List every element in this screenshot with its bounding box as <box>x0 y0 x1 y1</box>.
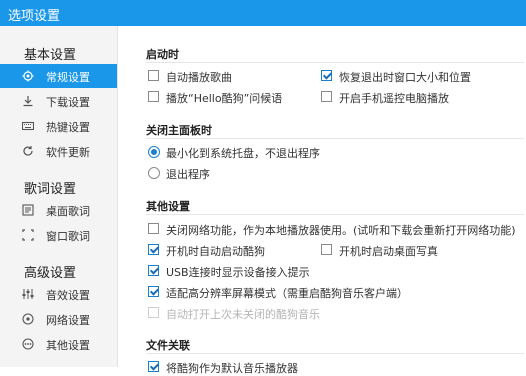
option-label: 最小化到系统托盘，不退出程序 <box>166 147 320 160</box>
divider <box>146 353 524 354</box>
equalizer-icon <box>22 289 34 299</box>
option-label: 退出程序 <box>166 168 210 181</box>
sidebar: 基本设置 常规设置 下载设置 热键设置 软件更新 歌词设置 桌面歌词 窗口歌词 … <box>0 26 118 367</box>
sidebar-section-lyrics: 歌词设置 <box>24 182 77 197</box>
sidebar-section-basic: 基本设置 <box>24 48 77 63</box>
group-title-startup: 启动时 <box>146 48 179 61</box>
settings-content: 启动时 自动播放歌曲 恢复退出时窗口大小和位置 播放“Hello酷狗”问候语 开… <box>118 26 526 375</box>
sidebar-item-hotkey[interactable]: 热键设置 <box>0 114 117 138</box>
checkbox-box[interactable] <box>148 286 159 297</box>
checkbox-box[interactable] <box>148 265 159 276</box>
sidebar-item-label: 网络设置 <box>46 314 90 327</box>
radio-button[interactable] <box>148 167 160 179</box>
desktop-lyrics-icon <box>22 204 34 216</box>
refresh-icon <box>23 146 33 156</box>
sidebar-item-other[interactable]: 其他设置 <box>0 332 117 356</box>
checkbox-box[interactable] <box>148 244 159 255</box>
window-lyrics-icon <box>22 229 34 241</box>
sidebar-item-label: 下载设置 <box>46 96 90 109</box>
sidebar-item-label: 桌面歌词 <box>46 205 90 218</box>
checkbox-box[interactable] <box>321 244 332 255</box>
option-label: 适配高分辨率屏幕模式（需重启酷狗音乐客户端） <box>166 287 408 300</box>
sidebar-item-sound-effects[interactable]: 音效设置 <box>0 282 117 306</box>
sidebar-section-advanced: 高级设置 <box>24 266 77 281</box>
radio-button[interactable] <box>148 146 160 158</box>
more-icon <box>22 338 34 350</box>
sidebar-item-network[interactable]: 网络设置 <box>0 307 117 331</box>
sidebar-item-desktop-lyrics[interactable]: 桌面歌词 <box>0 198 117 222</box>
title-bar: 选项设置 <box>0 0 526 26</box>
checkbox-box[interactable] <box>148 70 159 81</box>
sidebar-item-label: 音效设置 <box>46 289 90 302</box>
sidebar-item-label: 软件更新 <box>46 146 90 159</box>
checkbox-box[interactable] <box>321 91 332 102</box>
divider <box>146 62 524 63</box>
checkbox-box[interactable] <box>148 91 159 102</box>
option-label: 播放“Hello酷狗”问候语 <box>166 92 283 105</box>
divider <box>146 138 524 139</box>
sidebar-item-label: 热键设置 <box>46 121 90 134</box>
option-label: 开机时启动桌面写真 <box>339 245 438 258</box>
checkbox-box[interactable] <box>148 223 159 234</box>
gear-icon <box>22 70 34 82</box>
option-label: 开机时自动启动酷狗 <box>166 245 265 258</box>
sidebar-item-download[interactable]: 下载设置 <box>0 89 117 113</box>
group-title-other: 其他设置 <box>146 200 190 213</box>
network-icon <box>22 313 34 325</box>
sidebar-item-general[interactable]: 常规设置 <box>0 64 117 88</box>
option-label: 开启手机遥控电脑播放 <box>339 92 449 105</box>
option-label: 自动打开上次未关闭的酷狗音乐 <box>166 308 320 321</box>
sidebar-item-label: 窗口歌词 <box>46 230 90 243</box>
sidebar-item-window-lyrics[interactable]: 窗口歌词 <box>0 223 117 247</box>
group-title-close-panel: 关闭主面板时 <box>146 124 212 137</box>
checkbox-box <box>148 307 159 318</box>
sidebar-item-label: 常规设置 <box>46 71 90 84</box>
sidebar-item-update[interactable]: 软件更新 <box>0 139 117 163</box>
download-icon <box>23 96 33 107</box>
group-title-file-association: 文件关联 <box>146 339 190 352</box>
option-label: 将酷狗作为默认音乐播放器 <box>166 362 298 375</box>
window-title: 选项设置 <box>8 9 61 24</box>
option-label: 关闭网络功能，作为本地播放器使用。(试听和下载会重新打开网络功能) <box>166 224 516 237</box>
option-label: 恢复退出时窗口大小和位置 <box>339 71 471 84</box>
option-label: USB连接时显示设备接入提示 <box>166 266 310 279</box>
checkbox-box[interactable] <box>321 70 332 81</box>
sidebar-item-label: 其他设置 <box>46 339 90 352</box>
keyboard-icon <box>22 121 34 131</box>
divider <box>146 214 524 215</box>
option-label: 自动播放歌曲 <box>166 71 232 84</box>
